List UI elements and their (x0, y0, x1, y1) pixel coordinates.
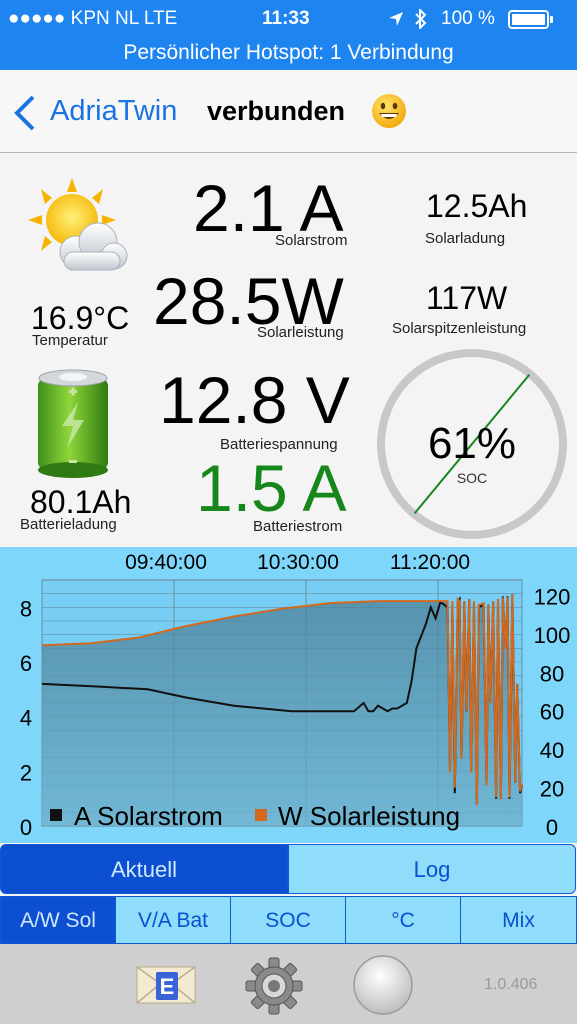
x-tick-label: 10:30:00 (257, 551, 339, 574)
status-bar: ●●●●● KPN NL LTE 11:33 100 % (0, 0, 577, 40)
temperature-label: Temperatur (32, 332, 108, 349)
solar-chart: 0246802040608010012009:40:00 10:30:00 11:2… (20, 551, 571, 840)
mode-button-celsius[interactable]: °C (345, 896, 461, 944)
battery-percentage: 100 % (441, 8, 495, 29)
y-right-tick-label: 40 (540, 738, 564, 763)
bottom-toolbar: E 1.0.406 (0, 944, 577, 1024)
legend-swatch-solarleistung (255, 809, 267, 821)
sun-cloud-icon (28, 178, 128, 271)
solar-peak-label: Solarspitzenleistung (392, 320, 527, 337)
solar-charge-label: Solarladung (425, 230, 506, 247)
x-tick-label: 11:20:00 (390, 551, 470, 574)
y-left-tick-label: 4 (20, 706, 32, 731)
email-icon-letter: E (160, 974, 175, 999)
y-right-tick-label: 120 (534, 584, 571, 609)
mode-button-row: A/W Sol V/A Bat SOC °C Mix (0, 896, 577, 944)
mode-button-va-bat[interactable]: V/A Bat (115, 896, 231, 944)
y-right-tick-label: 0 (546, 815, 558, 840)
mode-button-mix[interactable]: Mix (460, 896, 577, 944)
soc-gauge: 61% SOC (377, 349, 567, 539)
y-right-tick-label: 60 (540, 700, 564, 725)
legend-label-solarleistung: W Solarleistung (278, 801, 460, 831)
y-left-tick-label: 2 (20, 760, 32, 785)
legend-swatch-solarstrom (50, 809, 62, 821)
chevron-left-icon (14, 95, 35, 131)
app-version: 1.0.406 (484, 976, 538, 993)
y-left-tick-label: 8 (20, 596, 32, 621)
x-tick-label: 09:40:00 (125, 551, 207, 574)
back-button-label: AdriaTwin (50, 95, 178, 127)
battery-current-label: Batteriestrom (253, 518, 343, 535)
y-right-tick-label: 100 (534, 623, 571, 648)
y-right-tick-label: 80 (540, 661, 564, 686)
view-tabs: Aktuell Log (0, 844, 577, 896)
mode-button-aw-sol[interactable]: A/W Sol (0, 896, 116, 944)
battery-level-icon (38, 369, 108, 478)
y-right-tick-label: 20 (540, 777, 564, 802)
hotspot-banner[interactable]: Persönlicher Hotspot: 1 Verbindung (0, 40, 577, 70)
smiley-icon (372, 94, 406, 128)
battery-voltage-value: 12.8 V (159, 363, 350, 437)
email-icon[interactable]: E (136, 964, 196, 1006)
solar-current-label: Solarstrom (275, 232, 348, 249)
solar-power-label: Solarleistung (257, 324, 344, 341)
location-icon (389, 12, 403, 26)
legend-label-solarstrom: A Solarstrom (74, 801, 223, 831)
battery-current-value: 1.5 A (196, 451, 347, 525)
battery-charge-label: Batterieladung (20, 516, 117, 533)
clock: 11:33 (262, 8, 310, 29)
gear-icon[interactable] (244, 956, 304, 1016)
tab-aktuell[interactable]: Aktuell (0, 844, 288, 894)
tab-log[interactable]: Log (288, 844, 576, 894)
connect-button[interactable] (352, 954, 414, 1016)
chart-panel: 0 2 4 6 8 0 20 40 60 80 100 120 09:40:00 10:30:00 11:2… (0, 547, 577, 843)
soc-value: 61% (428, 419, 516, 468)
mode-button-soc[interactable]: SOC (230, 896, 346, 944)
soc-label: SOC (457, 470, 487, 486)
bluetooth-icon (415, 9, 427, 29)
y-left-tick-label: 0 (20, 815, 32, 840)
carrier-label: ●●●●● KPN NL LTE (8, 8, 178, 29)
solar-peak-value: 117W (426, 280, 508, 316)
navigation-bar: AdriaTwin verbunden (0, 70, 577, 153)
solar-charge-value: 12.5Ah (426, 188, 528, 224)
y-left-tick-label: 6 (20, 651, 32, 676)
battery-icon (508, 10, 553, 29)
connection-status-title: verbunden (207, 96, 346, 126)
